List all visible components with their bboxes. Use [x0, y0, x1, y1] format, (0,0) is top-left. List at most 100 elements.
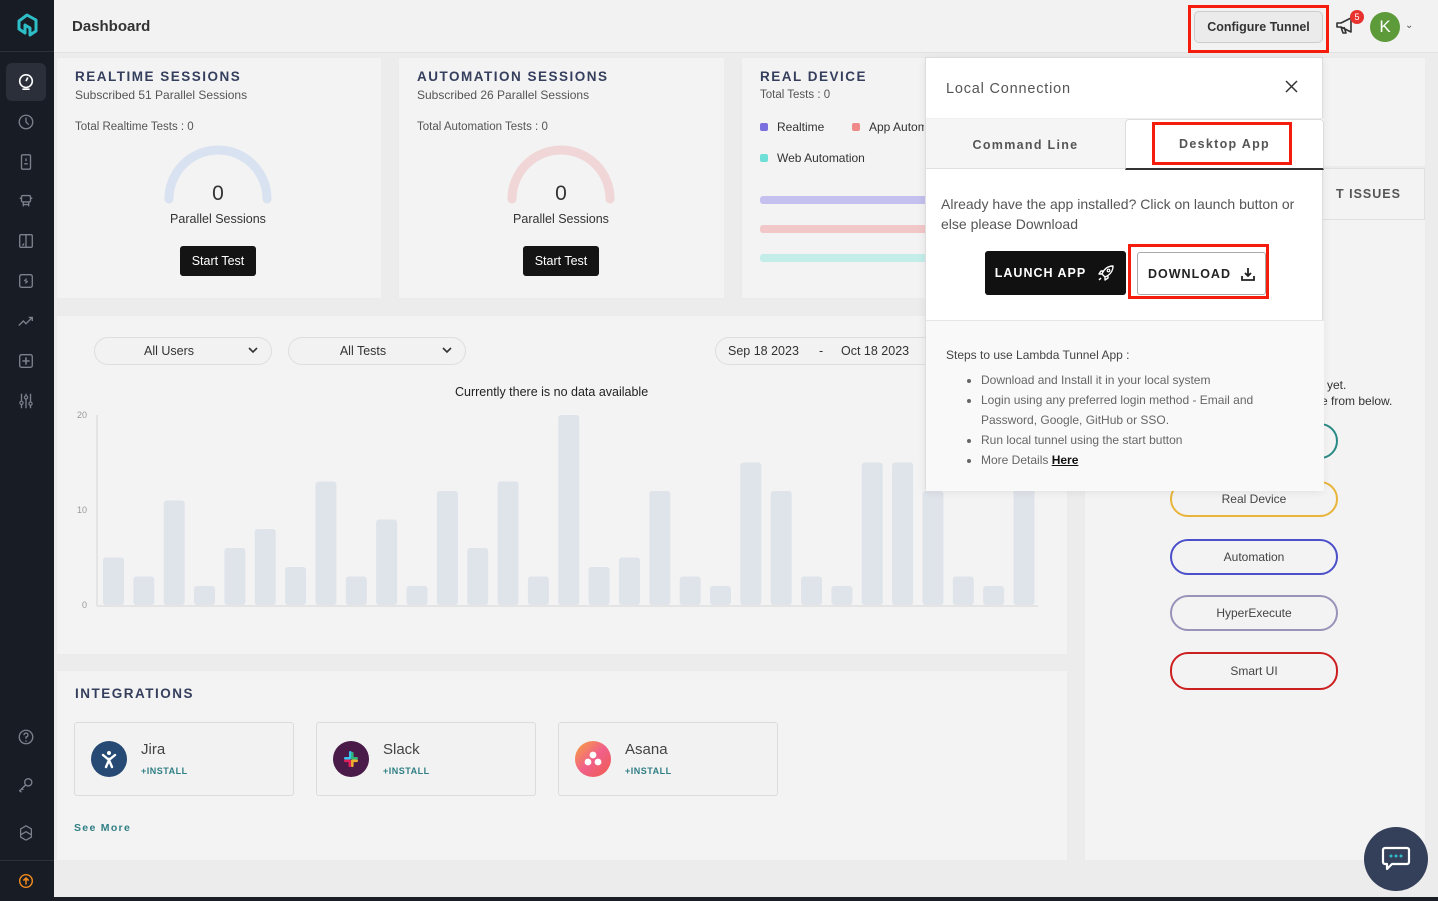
legend-label: App Automation: [869, 120, 924, 134]
close-button[interactable]: [1285, 80, 1298, 98]
sidebar-item-hyperexecute[interactable]: [6, 262, 46, 300]
sidebar-item-history[interactable]: [6, 103, 46, 141]
here-link[interactable]: Here: [1052, 453, 1079, 467]
users-filter-value: All Users: [143, 344, 194, 358]
integration-jira[interactable]: Jira +INSTALL: [74, 722, 294, 796]
realtime-title: REALTIME SESSIONS: [75, 69, 242, 84]
logo-icon: [17, 13, 38, 36]
chart-title: Currently there is no data available: [455, 385, 649, 399]
integration-slack[interactable]: Slack +INSTALL: [316, 722, 536, 796]
user-avatar[interactable]: K: [1370, 12, 1400, 42]
chart-bar: [376, 519, 398, 605]
steps-list: Download and Install it in your local sy…: [981, 370, 1311, 470]
chart-bar: [710, 586, 731, 605]
slack-icon: [333, 741, 369, 777]
realtime-usage-bar: [760, 196, 930, 204]
chart-bar: [527, 576, 549, 605]
chart-bar: [588, 567, 610, 605]
integration-name: Slack: [383, 741, 420, 758]
chevron-down-icon: [248, 347, 258, 354]
real-device-total: Total Tests : 0: [760, 89, 831, 101]
sidebar-item-integrations[interactable]: [6, 814, 46, 852]
chart-bar: [345, 576, 367, 605]
sidebar-item-upgrade[interactable]: [6, 862, 46, 900]
integration-asana[interactable]: Asana +INSTALL: [558, 722, 778, 796]
install-link[interactable]: +INSTALL: [383, 766, 430, 776]
realtime-start-test-button[interactable]: Start Test: [180, 246, 256, 276]
step-item: Login using any preferred login method -…: [981, 390, 1311, 430]
asana-icon: [575, 741, 611, 777]
empty-msg-line1: yet.: [1327, 378, 1347, 392]
access-key-icon: [18, 778, 33, 793]
steps-title: Steps to use Lambda Tunnel App :: [946, 348, 1130, 362]
legend-swatch: [852, 123, 860, 131]
chart-bar: [103, 557, 124, 605]
install-link[interactable]: +INSTALL: [141, 766, 188, 776]
legend-label: Web Automation: [777, 151, 865, 165]
notification-badge: 5: [1350, 10, 1364, 24]
top-bar: Dashboard Configure Tunnel 5 K ⌄: [54, 0, 1438, 53]
tab-desktop-app[interactable]: Desktop App: [1125, 119, 1324, 170]
dashboard-icon: [18, 73, 34, 91]
integration-name: Jira: [141, 741, 166, 758]
pill-automation[interactable]: Automation: [1170, 539, 1338, 575]
chart-bar: [618, 557, 640, 605]
sidebar-item-visual[interactable]: [6, 222, 46, 260]
chart-bar: [558, 415, 580, 605]
download-label: DOWNLOAD: [1148, 266, 1231, 281]
step-item: More Details Here: [981, 450, 1311, 470]
realtime-subscribed: Subscribed 51 Parallel Sessions: [75, 88, 248, 102]
automation-gauge: 0 Parallel Sessions: [506, 144, 616, 226]
chart-bar: [285, 567, 307, 605]
automation-robot-icon: [19, 194, 33, 207]
tests-filter-select[interactable]: All Tests: [288, 337, 466, 365]
launch-app-button[interactable]: LAUNCH APP: [985, 251, 1126, 295]
steps-section: Steps to use Lambda Tunnel App : Downloa…: [926, 320, 1324, 491]
chart-bar: [194, 586, 216, 605]
chart-bar: [224, 548, 246, 605]
chart-bar: [952, 576, 974, 605]
sidebar-item-help[interactable]: [6, 718, 46, 756]
chart-bar: [649, 491, 671, 605]
automation-start-test-button[interactable]: Start Test: [523, 246, 599, 276]
configure-tunnel-button[interactable]: Configure Tunnel: [1194, 11, 1323, 43]
chart-bar: [406, 586, 428, 605]
realtime-sessions-card: REALTIME SESSIONS Subscribed 51 Parallel…: [56, 57, 382, 299]
realtime-value: 0: [212, 182, 224, 205]
sidebar-item-real-device[interactable]: [6, 143, 46, 181]
sidebar-item-automation[interactable]: [6, 182, 46, 220]
step-item: Download and Install it in your local sy…: [981, 370, 1311, 390]
popover-description: Already have the app installed? Click on…: [941, 196, 1295, 232]
download-button[interactable]: DOWNLOAD: [1137, 252, 1266, 295]
tab-command-line[interactable]: Command Line: [926, 119, 1125, 170]
sidebar-item-add[interactable]: [6, 342, 46, 380]
sidebar-divider: [0, 860, 54, 861]
help-icon: [18, 729, 34, 745]
chart-bar: [740, 462, 762, 605]
chevron-down-icon[interactable]: ⌄: [1405, 20, 1413, 31]
settings-sliders-icon: [19, 393, 33, 409]
automation-value-label: Parallel Sessions: [513, 212, 609, 226]
real-device-title: REAL DEVICE: [760, 69, 868, 84]
history-clock-icon: [18, 114, 34, 130]
page-title: Dashboard: [72, 18, 151, 35]
pill-hyperexecute[interactable]: HyperExecute: [1170, 595, 1338, 631]
realtime-total: Total Realtime Tests : 0: [75, 121, 194, 133]
sidebar-item-settings[interactable]: [6, 382, 46, 420]
jira-icon: [91, 741, 127, 777]
chat-support-button[interactable]: [1364, 827, 1428, 891]
users-filter-select[interactable]: All Users: [94, 337, 272, 365]
automation-title: AUTOMATION SESSIONS: [417, 69, 609, 84]
lambdatest-logo[interactable]: [0, 0, 54, 52]
automation-value: 0: [555, 182, 567, 205]
sidebar-item-analytics[interactable]: [6, 302, 46, 340]
sidebar-item-dashboard[interactable]: [6, 63, 46, 101]
pill-smart-ui[interactable]: Smart UI: [1170, 652, 1338, 690]
see-more-link[interactable]: See More: [74, 822, 131, 834]
popover-tabs: Command Line Desktop App: [926, 118, 1324, 170]
sidebar-item-access-key[interactable]: [6, 766, 46, 804]
automation-sessions-card: AUTOMATION SESSIONS Subscribed 26 Parall…: [398, 57, 725, 299]
visual-compare-icon: [19, 234, 33, 248]
date-range-picker[interactable]: Sep 18 2023 - Oct 18 2023: [715, 337, 930, 365]
install-link[interactable]: +INSTALL: [625, 766, 672, 776]
